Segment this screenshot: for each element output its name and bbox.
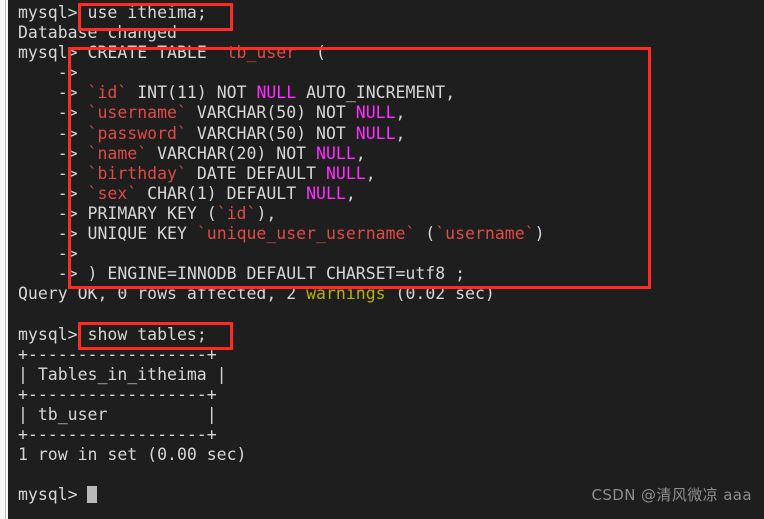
terminal-line: +------------------+ (18, 425, 545, 445)
terminal-text-segment: CREATE TABLE (87, 43, 227, 63)
terminal-text-segment: , (365, 163, 376, 183)
terminal-text-segment: use itheima; (87, 3, 207, 22)
continuation-prompt: -> (18, 244, 88, 264)
continuation-prompt: -> (18, 143, 88, 163)
terminal-text-segment: warnings (306, 284, 386, 304)
terminal-text-segment: `birthday` (87, 163, 187, 183)
terminal-text-segment: 1 row in set (0.00 sec) (18, 445, 247, 465)
terminal-text-segment: ( (415, 224, 436, 244)
terminal-text-segment: NULL (256, 83, 297, 103)
terminal-text-segment: ), (256, 203, 277, 223)
terminal-text-segment: NULL (316, 143, 356, 163)
terminal-text-segment: `id` (216, 203, 257, 223)
continuation-prompt: -> (18, 183, 88, 203)
terminal-text-segment: INT(11) NOT (127, 83, 257, 103)
terminal-text-segment: NULL (355, 123, 396, 143)
mysql-prompt: mysql> (18, 3, 88, 22)
terminal-text-segment: , (345, 183, 356, 203)
terminal-text-segment: NULL (325, 163, 366, 183)
continuation-prompt: -> (18, 163, 88, 183)
continuation-prompt: -> (18, 123, 88, 143)
terminal-line: -> (18, 244, 545, 264)
terminal-text-segment: NULL (306, 183, 346, 203)
terminal-text-segment: | Tables_in_itheima | (18, 364, 227, 384)
terminal-text-segment: show tables; (87, 324, 207, 344)
terminal-line: | tb_user | (18, 405, 545, 425)
terminal-text-segment: CHAR(1) DEFAULT (137, 183, 307, 203)
terminal-line: -> `username` VARCHAR(50) NOT NULL, (18, 103, 545, 123)
terminal-line: Query OK, 0 rows affected, 2 warnings (0… (18, 284, 545, 304)
terminal-text-segment: UNIQUE KEY (87, 224, 197, 244)
terminal-text-segment: tb_user (226, 43, 297, 63)
terminal-line: -> `birthday` DATE DEFAULT NULL, (18, 164, 545, 184)
terminal-text-segment: `username` (87, 103, 187, 123)
terminal-line: mysql> show tables; (18, 325, 545, 345)
terminal-line: -> PRIMARY KEY (`id`), (18, 204, 545, 224)
terminal-text-segment: ( (296, 43, 326, 63)
left-margin-strip (0, 0, 8, 519)
terminal-line: -> ) ENGINE=INNODB DEFAULT CHARSET=utf8 … (18, 264, 545, 284)
terminal-text-segment: PRIMARY KEY ( (87, 203, 217, 223)
mysql-prompt: mysql> (18, 43, 88, 63)
continuation-prompt: -> (18, 83, 88, 103)
terminal-text-segment: +------------------+ (18, 344, 217, 364)
terminal-text-segment: `password` (87, 123, 187, 143)
terminal-line: | Tables_in_itheima | (18, 365, 545, 385)
terminal-line: -> UNIQUE KEY `unique_user_username` (`u… (18, 224, 545, 244)
mysql-terminal-window[interactable]: mysql> use itheima; Database changed mysql… (8, 0, 764, 519)
continuation-prompt: -> (18, 63, 88, 83)
continuation-prompt: -> (18, 203, 88, 223)
terminal-cursor (87, 486, 97, 503)
terminal-text-segment: | tb_user | (18, 404, 217, 424)
continuation-prompt: -> (18, 264, 88, 284)
left-margin-rule (5, 0, 6, 519)
terminal-line: -> `id` INT(11) NOT NULL AUTO_INCREMENT, (18, 83, 545, 103)
continuation-prompt: -> (18, 224, 88, 244)
terminal-text-segment: Database changed (18, 23, 177, 43)
terminal-text-segment: ) ENGINE=INNODB DEFAULT CHARSET=utf8 ; (87, 264, 466, 284)
terminal-text-segment: +------------------+ (18, 384, 217, 404)
terminal-text-segment: (0.02 sec) (385, 284, 495, 304)
terminal-text-segment: NULL (355, 103, 396, 123)
terminal-text-segment: `unique_user_username` (196, 224, 416, 244)
mysql-prompt: mysql> (18, 324, 88, 344)
terminal-text-segment: , (355, 143, 366, 163)
terminal-line: mysql> CREATE TABLE tb_user ( (18, 43, 545, 63)
terminal-text-segment: `id` (87, 83, 128, 103)
terminal-line: mysql> use itheima; (18, 3, 545, 23)
terminal-line: -> (18, 63, 545, 83)
terminal-text-segment: ) (534, 224, 545, 244)
terminal-line: 1 row in set (0.00 sec) (18, 445, 545, 465)
terminal-text-segment: `username` (435, 224, 535, 244)
terminal-text-segment: VARCHAR(20) NOT (147, 143, 317, 163)
terminal-text-segment: `sex` (87, 183, 138, 203)
terminal-text-segment: VARCHAR(50) NOT (186, 103, 356, 123)
terminal-text-segment: Query OK, 0 rows affected, 2 (18, 284, 307, 304)
terminal-text-segment: AUTO_INCREMENT, (296, 83, 456, 103)
continuation-prompt: -> (18, 103, 88, 123)
terminal-output: mysql> use itheima; Database changed mysql… (8, 0, 545, 505)
terminal-line: -> `password` VARCHAR(50) NOT NULL, (18, 124, 545, 144)
terminal-text-segment: , (395, 123, 406, 143)
terminal-screenshot: mysql> use itheima; Database changed mysql… (0, 0, 764, 519)
terminal-line: +------------------+ (18, 385, 545, 405)
terminal-line: -> `sex` CHAR(1) DEFAULT NULL, (18, 184, 545, 204)
terminal-line: Database changed (18, 23, 545, 43)
terminal-text-segment: VARCHAR(50) NOT (186, 123, 356, 143)
terminal-line: +------------------+ (18, 345, 545, 365)
mysql-prompt: mysql> (18, 485, 88, 505)
terminal-line: -> `name` VARCHAR(20) NOT NULL, (18, 144, 545, 164)
terminal-text-segment: +------------------+ (18, 424, 217, 444)
csdn-watermark: CSDN @清风微凉 aaa (591, 486, 752, 504)
terminal-text-segment: `name` (87, 143, 148, 163)
terminal-text-segment: DATE DEFAULT (186, 163, 326, 183)
terminal-text-segment: , (395, 103, 406, 123)
